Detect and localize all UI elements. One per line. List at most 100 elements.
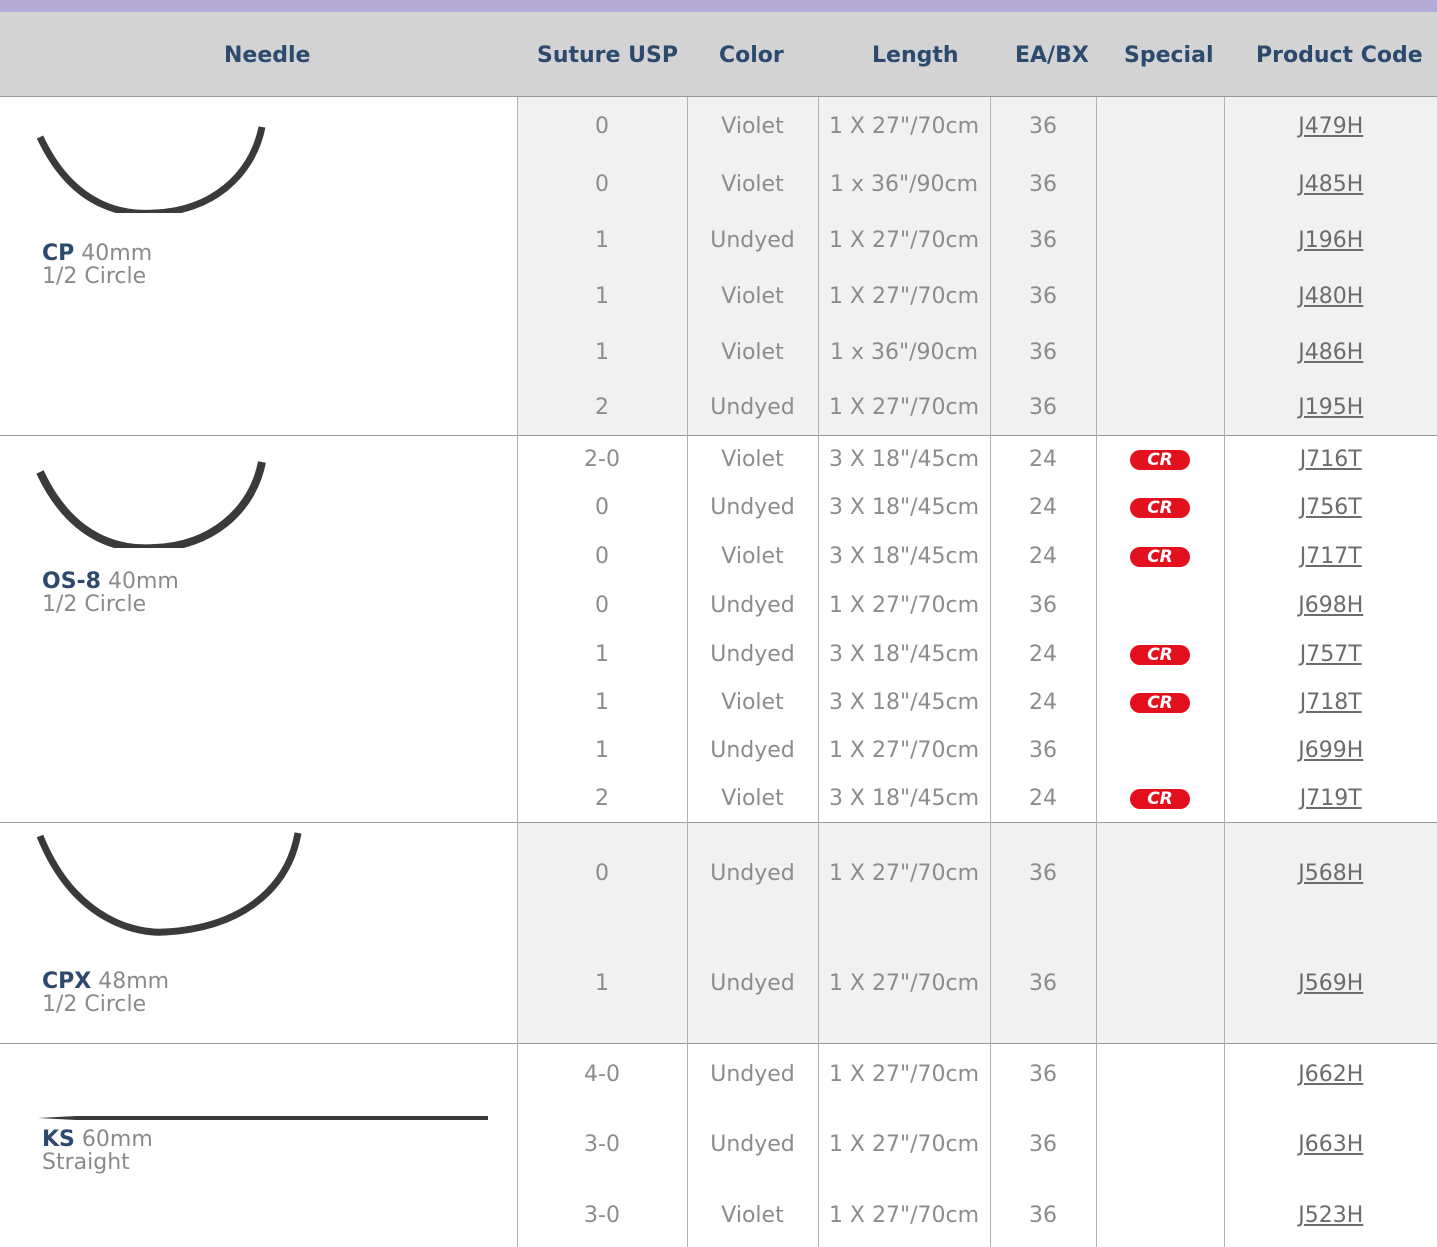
length-cell: 1 X 27"/70cm [818, 213, 990, 269]
product-code-cell: J196H [1224, 213, 1437, 269]
product-code-link[interactable]: J718T [1300, 690, 1362, 715]
product-code-cell: J486H [1224, 324, 1437, 380]
suture-usp-cell: 1 [517, 726, 687, 774]
needle-cell: CP 40mm1/2 Circle [0, 97, 517, 436]
product-code-link[interactable]: J479H [1298, 114, 1363, 139]
ea-bx-cell: 36 [990, 269, 1096, 324]
ea-bx-cell: 24 [990, 483, 1096, 532]
needle-section-cpx: CPX 48mm1/2 Circle0Undyed1 X 27"/70cm36 J… [0, 823, 1437, 1044]
ea-bx-cell: 24 [990, 532, 1096, 581]
product-code-link[interactable]: J756T [1300, 495, 1362, 520]
product-code-link[interactable]: J523H [1298, 1203, 1363, 1228]
ea-bx-cell: 36 [990, 97, 1096, 157]
product-code-link[interactable]: J196H [1298, 228, 1363, 253]
table-row: CPX 48mm1/2 Circle0Undyed1 X 27"/70cm36J… [0, 823, 1437, 924]
half-circle-needle-icon [30, 452, 270, 548]
color-cell: Undyed [687, 823, 818, 924]
special-cell: CR [1096, 532, 1224, 581]
needle-name-size: KS 60mm [42, 1128, 153, 1151]
cr-badge: CR [1130, 693, 1190, 713]
needle-label: OS-8 40mm1/2 Circle [42, 570, 179, 616]
length-cell: 1 X 27"/70cm [818, 1106, 990, 1184]
special-cell [1096, 726, 1224, 774]
cr-badge: CR [1130, 645, 1190, 665]
color-cell: Violet [687, 678, 818, 726]
suture-usp-cell: 0 [517, 581, 687, 630]
product-table: CP 40mm1/2 Circle0Violet1 X 27"/70cm36J4… [0, 96, 1437, 1247]
color-cell: Violet [687, 436, 818, 483]
length-cell: 3 X 18"/45cm [818, 532, 990, 581]
product-code-cell: J479H [1224, 97, 1437, 157]
suture-usp-cell: 1 [517, 213, 687, 269]
ea-bx-cell: 24 [990, 630, 1096, 678]
special-cell: CR [1096, 678, 1224, 726]
product-code-cell: J569H [1224, 924, 1437, 1044]
product-code-cell: J757T [1224, 630, 1437, 678]
product-code-cell: J195H [1224, 380, 1437, 435]
special-cell [1096, 924, 1224, 1044]
product-code-link[interactable]: J480H [1298, 284, 1363, 309]
length-cell: 1 X 27"/70cm [818, 581, 990, 630]
needle-name-size: CP 40mm [42, 242, 152, 265]
product-code-cell: J699H [1224, 726, 1437, 774]
suture-usp-cell: 1 [517, 630, 687, 678]
cr-badge: CR [1130, 789, 1190, 809]
special-cell [1096, 581, 1224, 630]
product-code-cell: J756T [1224, 483, 1437, 532]
product-code-link[interactable]: J568H [1298, 861, 1363, 886]
color-cell: Undyed [687, 1106, 818, 1184]
color-cell: Undyed [687, 726, 818, 774]
color-cell: Undyed [687, 581, 818, 630]
suture-usp-cell: 0 [517, 97, 687, 157]
color-cell: Violet [687, 324, 818, 380]
ea-bx-cell: 36 [990, 157, 1096, 213]
product-code-link[interactable]: J662H [1298, 1062, 1363, 1087]
product-code-link[interactable]: J717T [1300, 544, 1362, 569]
special-cell: CR [1096, 774, 1224, 822]
ea-bx-cell: 36 [990, 324, 1096, 380]
special-cell [1096, 269, 1224, 324]
suture-usp-cell: 0 [517, 823, 687, 924]
product-code-cell: J716T [1224, 436, 1437, 483]
needle-size: 40mm [74, 241, 152, 266]
product-code-link[interactable]: J719T [1300, 786, 1362, 811]
needle-cell: CPX 48mm1/2 Circle [0, 823, 517, 1044]
suture-usp-cell: 0 [517, 157, 687, 213]
needle-section-ks: KS 60mmStraight4-0Undyed1 X 27"/70cm36J6… [0, 1044, 1437, 1247]
cr-badge: CR [1130, 498, 1190, 518]
suture-usp-cell: 3-0 [517, 1106, 687, 1184]
special-cell [1096, 324, 1224, 380]
product-code-cell: J480H [1224, 269, 1437, 324]
header-special: Special [1124, 12, 1213, 96]
product-code-link[interactable]: J569H [1298, 971, 1363, 996]
needle-name: OS-8 [42, 569, 101, 594]
ea-bx-cell: 24 [990, 436, 1096, 483]
product-code-link[interactable]: J485H [1298, 172, 1363, 197]
product-code-link[interactable]: J195H [1298, 395, 1363, 420]
product-code-link[interactable]: J663H [1298, 1132, 1363, 1157]
suture-usp-cell: 2 [517, 774, 687, 822]
length-cell: 1 X 27"/70cm [818, 1044, 990, 1106]
length-cell: 1 X 27"/70cm [818, 380, 990, 435]
product-code-link[interactable]: J757T [1300, 642, 1362, 667]
length-cell: 1 x 36"/90cm [818, 157, 990, 213]
cr-badge: CR [1130, 450, 1190, 470]
product-code-link[interactable]: J716T [1300, 447, 1362, 472]
color-cell: Violet [687, 774, 818, 822]
top-accent-bar [0, 0, 1437, 12]
product-code-link[interactable]: J698H [1298, 593, 1363, 618]
length-cell: 1 X 27"/70cm [818, 823, 990, 924]
needle-shape: 1/2 Circle [42, 593, 179, 616]
special-cell [1096, 823, 1224, 924]
needle-name-size: OS-8 40mm [42, 570, 179, 593]
suture-usp-cell: 1 [517, 269, 687, 324]
product-code-link[interactable]: J486H [1298, 340, 1363, 365]
product-code-link[interactable]: J699H [1298, 738, 1363, 763]
color-cell: Undyed [687, 924, 818, 1044]
header-product-code: Product Code [1256, 12, 1423, 96]
needle-shape: 1/2 Circle [42, 993, 169, 1016]
ea-bx-cell: 36 [990, 924, 1096, 1044]
length-cell: 1 X 27"/70cm [818, 97, 990, 157]
needle-shape: Straight [42, 1151, 153, 1174]
special-cell: CR [1096, 483, 1224, 532]
